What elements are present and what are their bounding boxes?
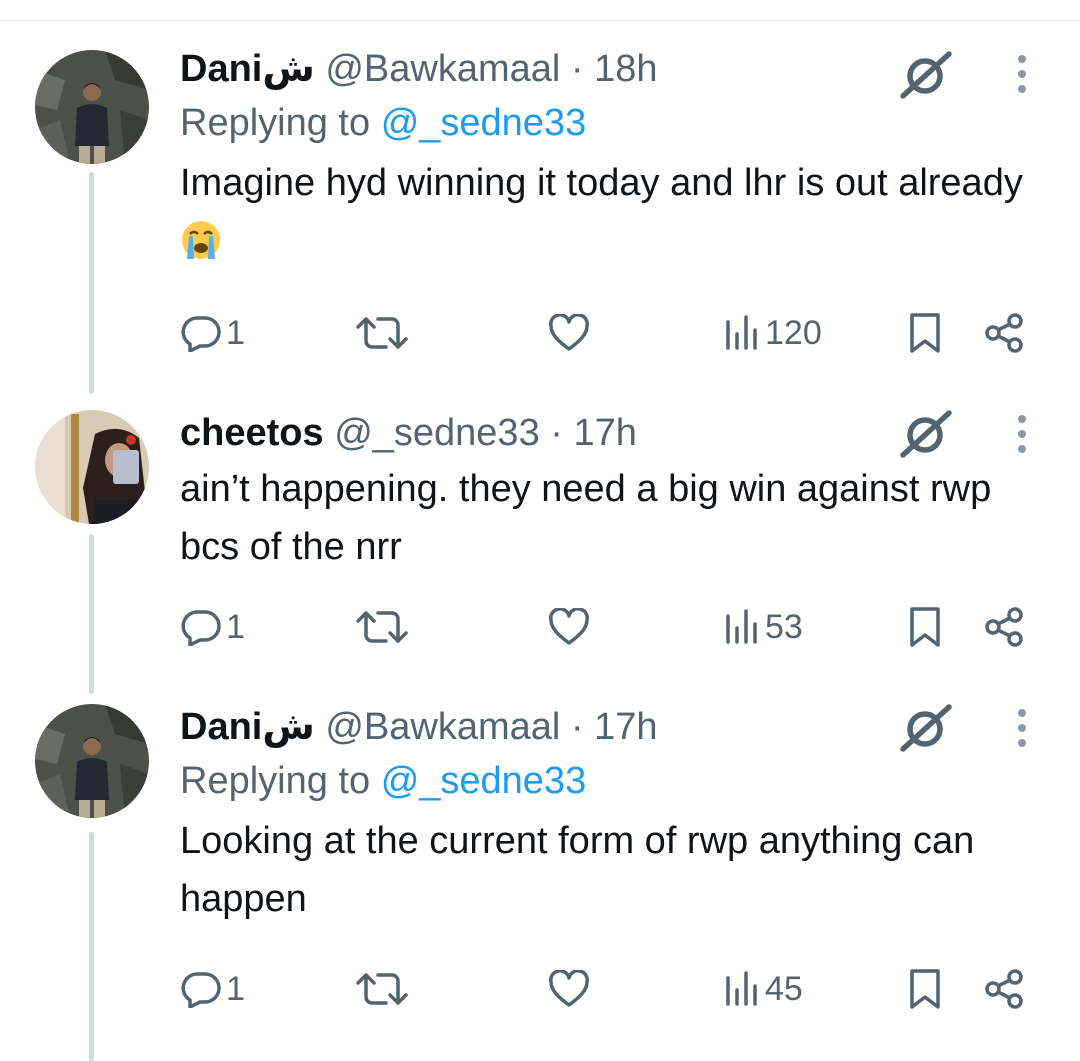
bookmark-button[interactable] — [908, 964, 942, 1014]
share-icon — [984, 313, 1026, 353]
views-button[interactable]: 45 — [723, 964, 803, 1014]
tweet-text: ain’t happening. they need a big win aga… — [180, 468, 992, 568]
reply-icon — [180, 314, 222, 352]
replying-label: Replying to — [180, 102, 371, 144]
separator: · — [550, 412, 563, 454]
tweet-text: Looking at the current form of rwp anyth… — [180, 820, 975, 920]
top-divider — [0, 20, 1080, 21]
display-name[interactable]: cheetos — [180, 412, 324, 454]
share-button[interactable] — [984, 602, 1026, 652]
reply-icon — [180, 970, 222, 1008]
like-button[interactable] — [548, 602, 590, 652]
user-handle[interactable]: @Bawkamaal — [325, 48, 560, 90]
views-icon — [723, 608, 761, 646]
bookmark-button[interactable] — [908, 602, 942, 652]
tweet-text: Imagine hyd winning it today and lhr is … — [180, 154, 1050, 278]
avatar[interactable] — [35, 704, 149, 818]
display-name[interactable]: Daniش — [180, 706, 315, 748]
tweet-actions: 1 53 — [180, 602, 1040, 652]
bookmark-icon — [908, 312, 942, 354]
reply-count: 1 — [226, 313, 245, 352]
tweet-text-content: Imagine hyd winning it today and lhr is … — [180, 162, 1023, 204]
timestamp[interactable]: 17h — [594, 706, 657, 748]
tweet[interactable]: Daniش @Bawkamaal · 17h Replying to @_sed… — [0, 704, 1080, 1034]
user-handle[interactable]: @_sedne33 — [334, 412, 540, 454]
display-name[interactable]: Daniش — [180, 48, 315, 90]
like-button[interactable] — [548, 308, 590, 358]
share-icon — [984, 607, 1026, 647]
reply-button[interactable]: 1 — [180, 308, 245, 358]
separator: · — [570, 48, 584, 90]
retweet-button[interactable] — [356, 602, 408, 652]
grok-icon[interactable] — [897, 406, 953, 462]
views-button[interactable]: 53 — [723, 602, 803, 652]
tweet[interactable]: cheetos @_sedne33 · 17h ain’t happening.… — [0, 410, 1080, 660]
separator: · — [570, 706, 584, 748]
views-icon — [723, 970, 761, 1008]
replying-to: Replying to @_sedne33 — [180, 758, 1050, 804]
view-count: 120 — [765, 313, 822, 352]
reply-count: 1 — [226, 607, 245, 646]
like-icon — [548, 970, 590, 1008]
view-count: 53 — [765, 607, 803, 646]
tweet[interactable]: Daniش @Bawkamaal · 18h Replying to @_sed… — [0, 46, 1080, 376]
share-icon — [984, 969, 1026, 1009]
views-icon — [723, 314, 761, 352]
mention-link[interactable]: @_sedne33 — [381, 102, 587, 144]
grok-icon[interactable] — [897, 47, 953, 103]
replying-label: Replying to — [180, 760, 371, 802]
crying-face-emoji — [180, 219, 222, 278]
share-button[interactable] — [984, 308, 1026, 358]
more-icon[interactable] — [1014, 708, 1030, 748]
reply-button[interactable]: 1 — [180, 964, 245, 1014]
share-button[interactable] — [984, 964, 1026, 1014]
user-handle[interactable]: @Bawkamaal — [325, 706, 560, 748]
bookmark-button[interactable] — [908, 308, 942, 358]
like-icon — [548, 314, 590, 352]
timestamp[interactable]: 18h — [594, 48, 657, 90]
views-button[interactable]: 120 — [723, 308, 822, 358]
avatar[interactable] — [35, 410, 149, 524]
mention-link[interactable]: @_sedne33 — [381, 760, 587, 802]
retweet-button[interactable] — [356, 964, 408, 1014]
tweet-actions: 1 120 — [180, 308, 1040, 358]
more-icon[interactable] — [1014, 414, 1030, 454]
tweet-actions: 1 45 — [180, 964, 1040, 1014]
more-icon[interactable] — [1014, 54, 1030, 94]
grok-icon[interactable] — [897, 700, 953, 756]
view-count: 45 — [765, 969, 803, 1008]
retweet-icon — [356, 313, 408, 353]
reply-count: 1 — [226, 969, 245, 1008]
bookmark-icon — [908, 968, 942, 1010]
retweet-icon — [356, 969, 408, 1009]
reply-icon — [180, 608, 222, 646]
replying-to: Replying to @_sedne33 — [180, 100, 1050, 146]
avatar[interactable] — [35, 50, 149, 164]
bookmark-icon — [908, 606, 942, 648]
like-button[interactable] — [548, 964, 590, 1014]
retweet-icon — [356, 607, 408, 647]
timestamp[interactable]: 17h — [573, 412, 636, 454]
retweet-button[interactable] — [356, 308, 408, 358]
reply-button[interactable]: 1 — [180, 602, 245, 652]
like-icon — [548, 608, 590, 646]
